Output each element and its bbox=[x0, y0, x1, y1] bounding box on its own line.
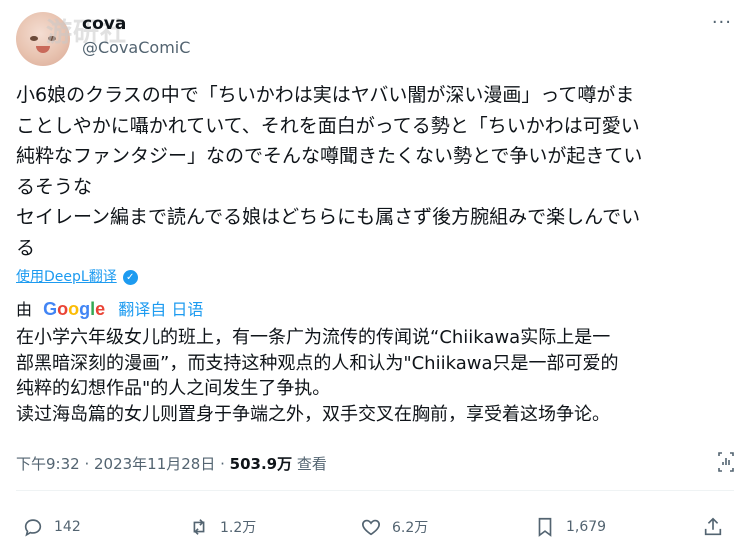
divider bbox=[16, 490, 734, 491]
post-line: るそうな bbox=[16, 175, 93, 198]
deepl-translate-link[interactable]: 使用DeepL翻译 ✓ bbox=[16, 266, 138, 286]
post-line: ことしやかに囁かれていて、それを面白がってる勢と「ちいかわは可愛い bbox=[16, 114, 640, 137]
google-logo: Google bbox=[43, 299, 106, 319]
post-meta: 下午9:32 · 2023年11月28日 · 503.9万 查看 bbox=[16, 453, 327, 474]
post-line: 純粋なファンタジー」なのでそんな噂聞きたくない勢とで争いが起きてい bbox=[16, 145, 643, 167]
reply-button[interactable]: 142 bbox=[22, 512, 81, 542]
translation-line: 在小学六年级女儿的班上，有一条广为流传的传闻说“Chiikawa实际上是一 bbox=[16, 327, 611, 348]
translation-line: 部黑暗深刻的漫画”，而支持这种观点的人和认为"Chiikawa只是一部可爱的 bbox=[16, 352, 619, 374]
bookmark-button[interactable]: 1,679 bbox=[534, 512, 606, 542]
like-button[interactable]: 6.2万 bbox=[360, 512, 428, 542]
post-text: 小6娘のクラスの中で「ちいかわは実はヤバい闇が深い漫画」って噂がま ことしやかに… bbox=[16, 80, 734, 263]
reply-count: 142 bbox=[54, 519, 81, 535]
display-name[interactable]: cova bbox=[82, 14, 126, 34]
action-bar: 142 1.2万 6.2万 1,679 bbox=[16, 512, 734, 542]
google-translate-attribution: 由 Google 翻译自 日语 bbox=[16, 296, 203, 320]
heart-icon bbox=[362, 519, 380, 536]
more-options-icon[interactable]: ··· bbox=[712, 12, 732, 33]
repost-button[interactable]: 1.2万 bbox=[188, 512, 256, 542]
bookmark-icon bbox=[538, 517, 552, 537]
view-count: 503.9万 bbox=[229, 455, 293, 473]
avatar-eye bbox=[30, 36, 38, 41]
post-line: セイレーン編まで読んでる娘はどちらにも属さず後方腕組みで楽しんでい bbox=[16, 206, 641, 228]
translated-from-link[interactable]: 翻译自 日语 bbox=[118, 300, 203, 319]
deepl-label: 使用DeepL翻译 bbox=[16, 269, 117, 285]
translation-line: 读过海岛篇的女儿则置身于争端之外，双手交叉在胸前，享受着这场争论。 bbox=[16, 403, 610, 425]
repost-icon bbox=[193, 519, 205, 535]
translated-by-label: 由 bbox=[16, 300, 33, 319]
post-line: る bbox=[16, 236, 36, 259]
user-handle[interactable]: @CovaComiC bbox=[82, 38, 190, 57]
post-header: 游研社 cova @CovaComiC ··· bbox=[16, 10, 734, 70]
like-count: 6.2万 bbox=[392, 520, 429, 536]
share-button[interactable] bbox=[702, 512, 734, 542]
views-label: 查看 bbox=[292, 455, 327, 473]
post-line: 小6娘のクラスの中で「ちいかわは実はヤバい闇が深い漫画」って噂がま bbox=[16, 84, 635, 106]
share-icon bbox=[704, 517, 722, 536]
post-timestamp[interactable]: 下午9:32 · 2023年11月28日 · bbox=[16, 455, 230, 473]
reply-icon bbox=[24, 519, 42, 537]
translated-text: 在小学六年级女儿的班上，有一条广为流传的传闻说“Chiikawa实际上是一 部黑… bbox=[16, 325, 734, 427]
repost-count: 1.2万 bbox=[220, 520, 257, 536]
translation-line: 纯粹的幻想作品"的人之间发生了争执。 bbox=[16, 378, 331, 399]
bookmark-count: 1,679 bbox=[566, 519, 607, 535]
analytics-icon[interactable] bbox=[716, 451, 736, 473]
deepl-badge-icon: ✓ bbox=[122, 269, 138, 285]
